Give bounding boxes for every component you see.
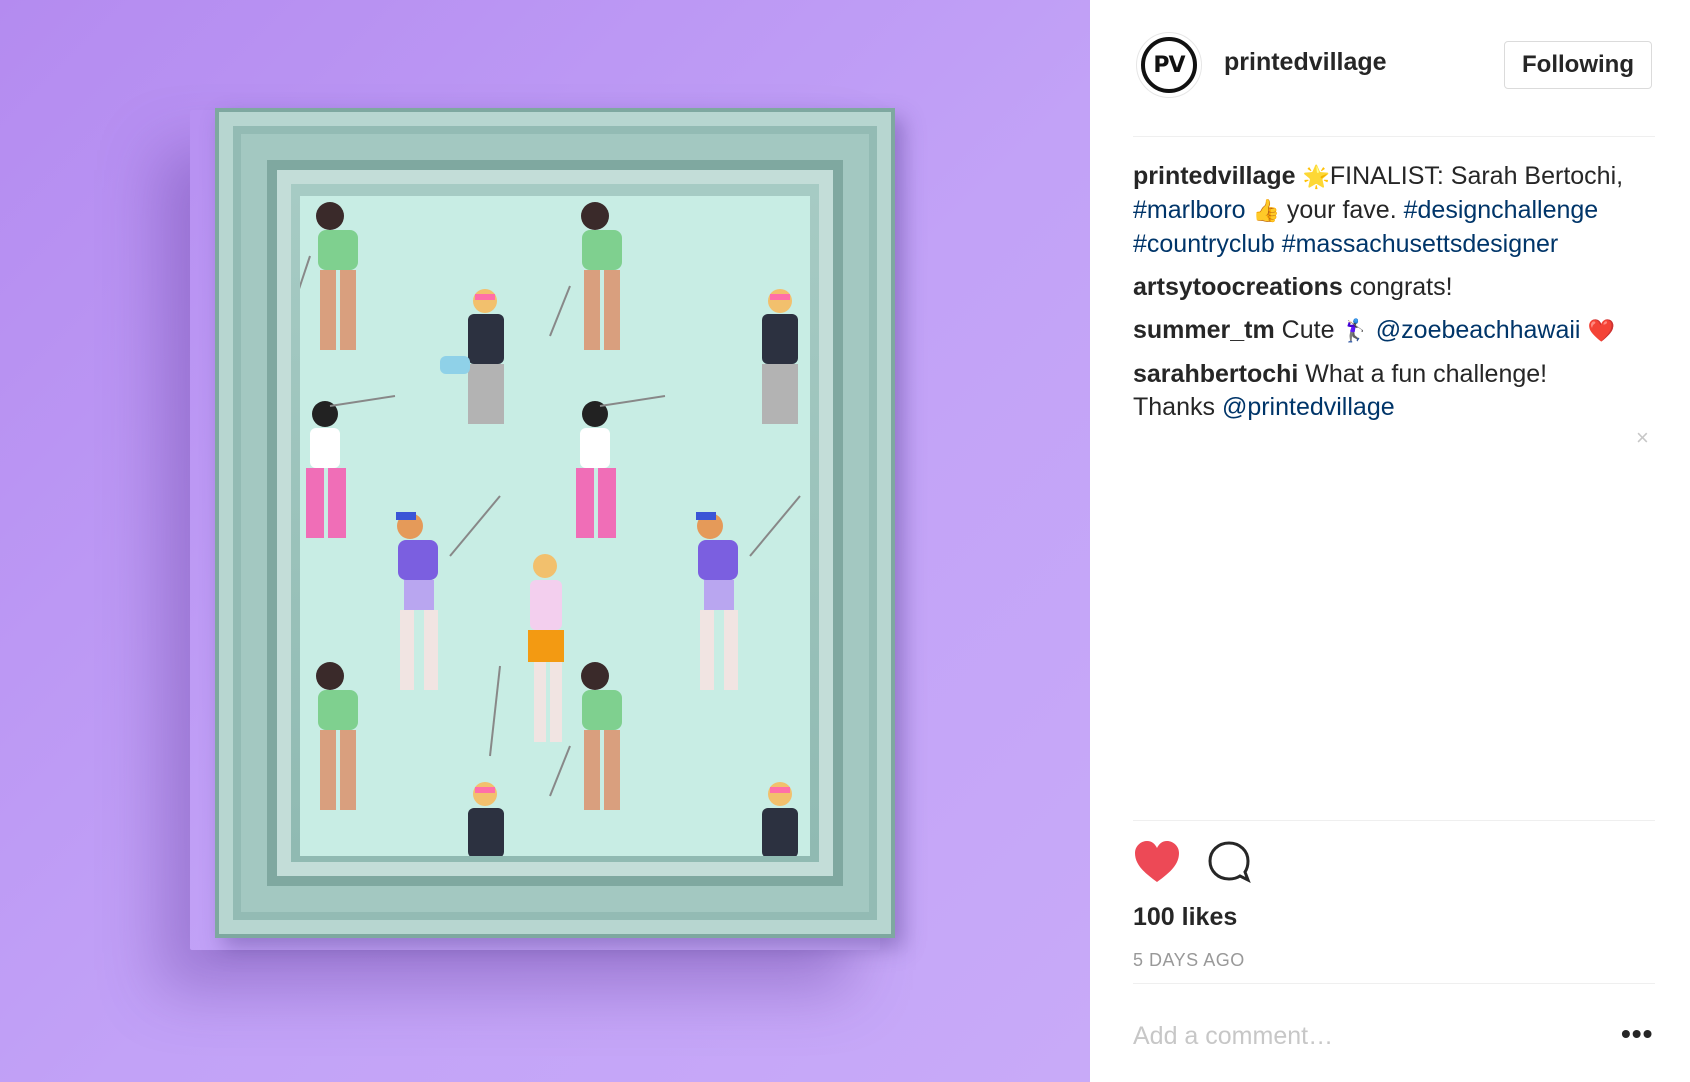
post-actions (1133, 840, 1333, 890)
mention-link[interactable]: @printedvillage (1222, 393, 1395, 421)
comment-text: Cute (1274, 316, 1342, 344)
red-heart-icon: ❤️ (1587, 319, 1615, 344)
comment-input-divider (1133, 983, 1655, 984)
like-heart-icon[interactable] (1133, 840, 1181, 884)
hashtag-link[interactable]: #massachusettsdesigner (1282, 230, 1559, 258)
golfer-figure (300, 202, 358, 350)
comment-item: sarahbertochi What a fun challenge! Than… (1133, 358, 1633, 424)
golfer-figure (762, 289, 798, 424)
caption-username[interactable]: printedvillage (1133, 162, 1296, 190)
golfer-figure (489, 554, 564, 757)
comment-username[interactable]: summer_tm (1133, 316, 1275, 344)
golfer-figure (396, 495, 501, 690)
golfer-figure (316, 662, 358, 810)
actions-divider (1133, 820, 1655, 821)
hashtag-link[interactable]: #marlboro (1133, 196, 1246, 224)
golfer-figure (576, 395, 666, 538)
post-photo[interactable] (0, 0, 1090, 1082)
hashtag-link[interactable]: #designchallenge (1404, 196, 1599, 224)
golfer-figure (468, 782, 504, 856)
caption: printedvillage 🌟FINALIST: Sarah Bertochi… (1133, 160, 1633, 261)
comment-text: congrats! (1342, 273, 1453, 301)
golfer-figure (306, 395, 396, 538)
comment-username[interactable]: artsytoocreations (1133, 273, 1343, 301)
comment-bubble-icon[interactable] (1207, 840, 1251, 884)
comment-item: summer_tm Cute 🏌🏻‍♀ @zoebeachhawaii ❤️ (1133, 314, 1633, 348)
golfer-figure (696, 495, 801, 690)
author-avatar[interactable]: PV (1136, 32, 1202, 98)
golfer-figure (440, 289, 504, 424)
thumbs-up-icon: 👍 (1252, 199, 1280, 224)
post-sidebar: PV printedvillage Following printedvilla… (1090, 0, 1690, 1082)
mention-link[interactable]: @zoebeachhawaii (1376, 316, 1581, 344)
delete-comment-icon[interactable]: × (1636, 425, 1649, 451)
hashtag-link[interactable]: #countryclub (1133, 230, 1275, 258)
avatar-logo: PV (1141, 37, 1197, 93)
comment-username[interactable]: sarahbertochi (1133, 360, 1298, 388)
golfer-emoji-icon: 🏌🏻‍♀ (1341, 319, 1369, 344)
post-timestamp[interactable]: 5 DAYS AGO (1133, 950, 1245, 971)
author-username[interactable]: printedvillage (1224, 48, 1387, 77)
more-options-icon[interactable]: ••• (1621, 1018, 1653, 1050)
comments-list: printedvillage 🌟FINALIST: Sarah Bertochi… (1133, 160, 1633, 434)
golfer-figure (762, 782, 798, 856)
caption-text: FINALIST: Sarah Bertochi, (1329, 162, 1624, 190)
golf-pattern-artwork (300, 196, 810, 856)
add-comment-input[interactable] (1133, 1018, 1593, 1054)
sparkle-star-icon: 🌟 (1302, 165, 1330, 190)
following-button[interactable]: Following (1504, 41, 1652, 89)
golfer-figure (549, 202, 622, 350)
header-divider (1133, 136, 1655, 137)
comment-item: artsytoocreations congrats! (1133, 271, 1633, 304)
caption-text: your fave. (1279, 196, 1397, 224)
likes-count[interactable]: 100 likes (1133, 903, 1237, 932)
